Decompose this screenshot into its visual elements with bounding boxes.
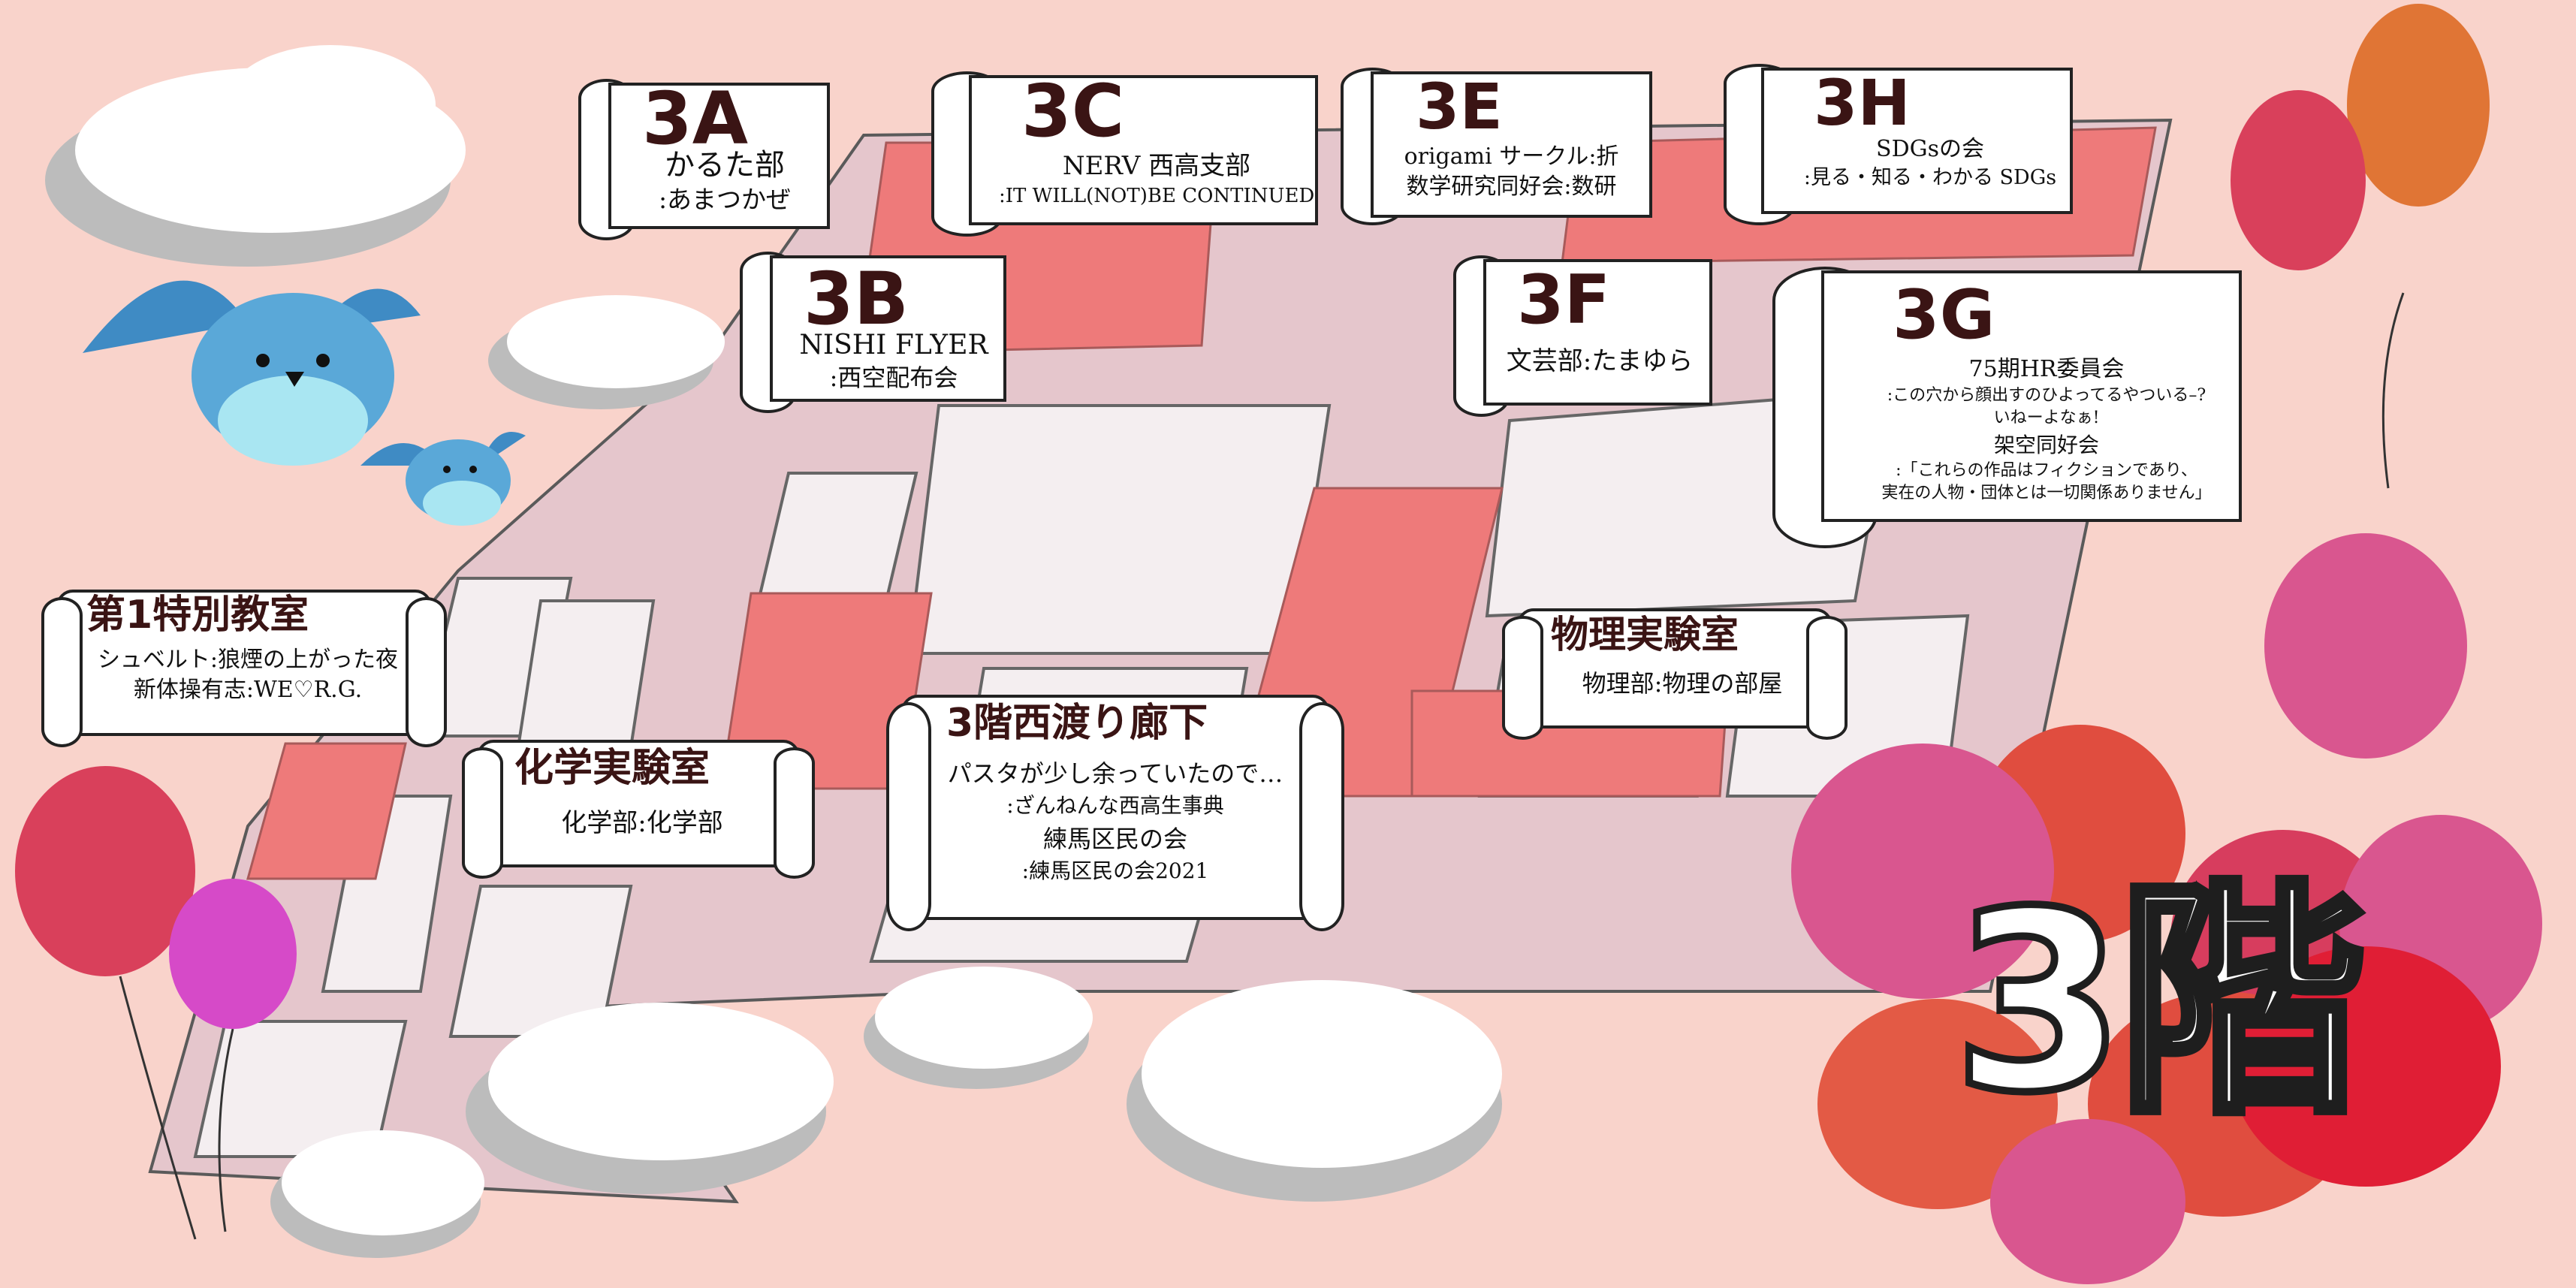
- room-sign-physics: 物理実験室 物理部:物理の部屋: [1502, 601, 1848, 744]
- room-code-3a: 3A: [642, 77, 749, 161]
- room-sign-3e: 3E origami サークル:折 数学研究同好会:数研: [1341, 60, 1656, 233]
- room-code-3b: 3B: [804, 257, 909, 341]
- room-sign-3b: 3B NISHI FLYER :西空配布会: [740, 244, 1010, 417]
- room-club-corridor-1: パスタが少し余っていたので…: [947, 759, 1283, 788]
- room-club-3h: SDGsの会: [1876, 136, 1984, 162]
- room-sign-3h: 3H SDGsの会 :見る・知る・わかる SDGs: [1724, 56, 2077, 229]
- room-club-special1-2: 新体操有志:WE♡R.G.: [133, 677, 363, 703]
- room-exhibit-corridor-2: :練馬区民の会2021: [1021, 858, 1209, 883]
- room-exhibit-3g-4: 実在の人物・団体とは一切関係ありません」: [1881, 484, 2212, 502]
- room-exhibit-corridor-1: :ざんねんな西高生事典: [1006, 793, 1224, 818]
- room-exhibit-3b: :西空配布会: [829, 363, 958, 392]
- floor-label: 3階: [1949, 858, 2369, 1147]
- room-club-3b: NISHI FLYER: [799, 330, 988, 360]
- room-club-3e-1: origami サークル:折: [1404, 143, 1619, 170]
- room-club-corridor-2: 練馬区民の会: [1042, 825, 1187, 853]
- room-code-3e: 3E: [1416, 70, 1503, 143]
- room-exhibit-3g-2: いねーよなぁ!: [1993, 409, 2100, 427]
- room-code-3g: 3G: [1893, 276, 1995, 354]
- room-club-3f: 文芸部:たまゆら: [1506, 346, 1694, 376]
- room-title-special1: 第1特別教室: [86, 593, 309, 638]
- room-title-chem: 化学実験室: [514, 746, 710, 791]
- bird-icon: [83, 280, 421, 466]
- room-exhibit-3a: :あまつかぜ: [658, 185, 792, 214]
- room-exhibit-3g-3: :「これらの作品はフィクションであり、: [1896, 461, 2197, 480]
- cloud-icon: [45, 45, 466, 267]
- floor-map-stage: 3A かるた部 :あまつかぜ 3C NERV 西高支部 :IT WILL(NOT…: [0, 0, 2576, 1288]
- room-sign-3c: 3C NERV 西高支部 :IT WILL(NOT)BE CONTINUED: [931, 64, 1322, 244]
- room-sign-3a: 3A かるた部 :あまつかぜ: [578, 71, 834, 244]
- room-club-special1-1: シュベルト:狼煙の上がった夜: [97, 647, 399, 673]
- room-sign-3g: 3G 75期HR委員会 :この穴から顔出すのひよってるやついる–? いねーよなぁ…: [1772, 259, 2246, 552]
- room-code-3f: 3F: [1517, 261, 1611, 339]
- cloud-icon: [1127, 980, 1502, 1202]
- room-club-3c: NERV 西高支部: [1062, 151, 1251, 181]
- room-code-3h: 3H: [1814, 66, 1911, 140]
- room-club-3e-2: 数学研究同好会:数研: [1406, 173, 1617, 200]
- room-exhibit-3c: :IT WILL(NOT)BE CONTINUED: [999, 185, 1315, 207]
- room-club-3a: かるた部: [665, 148, 785, 182]
- room-sign-chem: 化学実験室 化学部:化学部: [462, 732, 815, 882]
- room-sign-special1: 第1特別教室 シュベルト:狼煙の上がった夜 新体操有志:WE♡R.G.: [41, 582, 447, 751]
- room-sign-corridor: 3階西渡り廊下 パスタが少し余っていたので… :ざんねんな西高生事典 練馬区民の…: [886, 687, 1344, 935]
- room-club-chem: 化学部:化学部: [561, 808, 723, 838]
- room-title-corridor: 3階西渡り廊下: [946, 701, 1208, 746]
- room-club-3g-2: 架空同好会: [1993, 433, 2099, 457]
- bird-icon: [360, 432, 526, 526]
- room-code-3c: 3C: [1021, 69, 1125, 153]
- balloon-icon: [2231, 4, 2490, 489]
- room-club-physics: 物理部:物理の部屋: [1582, 669, 1783, 698]
- room-title-physics: 物理実験室: [1551, 613, 1739, 656]
- room-exhibit-3g-1: :この穴から顔出すのひよってるやついる–?: [1887, 386, 2206, 405]
- room-club-3g-1: 75期HR委員会: [1968, 356, 2125, 382]
- room-sign-3f: 3F 文芸部:たまゆら: [1453, 248, 1716, 421]
- room-exhibit-3h: :見る・知る・わかる SDGs: [1803, 166, 2057, 189]
